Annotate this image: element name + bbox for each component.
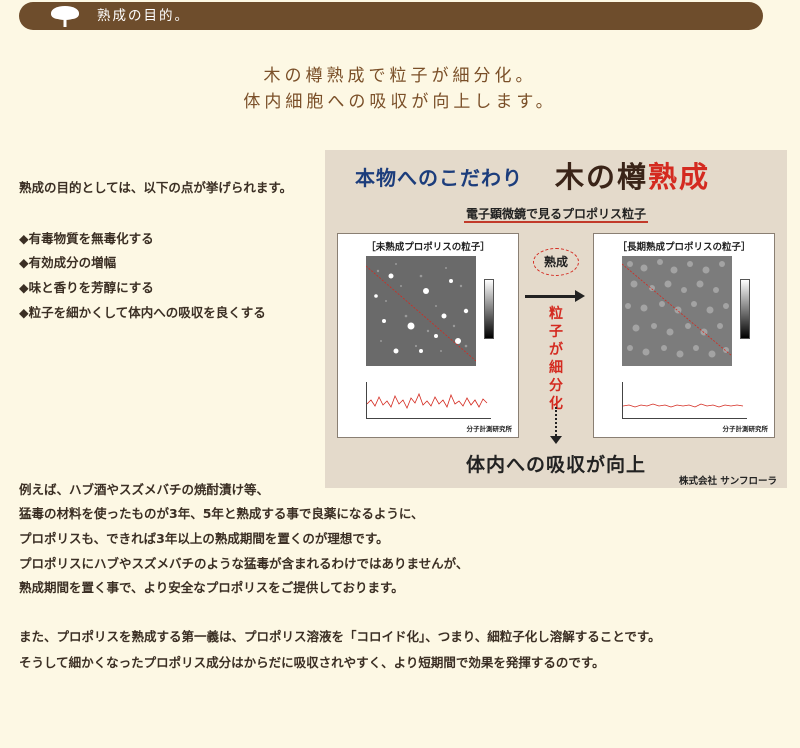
tree-icon	[51, 6, 79, 27]
right-arrow-head-icon	[575, 290, 585, 302]
right-arrow-icon	[525, 295, 577, 298]
vertical-refinement-text: 粒子が細分化	[549, 306, 563, 412]
figure-title-right: 木の樽熟成	[555, 154, 710, 196]
paragraph2-line: そうして細かくなったプロポリス成分はからだに吸収されやすく、より短期間で効果を発…	[19, 655, 605, 670]
figure-title-plain: 木の樽	[555, 160, 649, 194]
paragraph1-line: 猛毒の材料を使ったものが3年、5年と熟成する事で良薬になるように、	[19, 506, 424, 521]
height-scale-bar	[484, 279, 494, 339]
afm-image-unaged	[366, 256, 476, 366]
down-arrow-line	[555, 407, 557, 439]
paragraph2-line: また、プロポリスを熟成する第一義は、プロポリス溶液を「コロイド化」、つまり、細粒…	[19, 629, 661, 644]
purpose-item: ◆有毒物質を無毒化する	[19, 231, 154, 246]
height-profile-aged	[622, 382, 747, 419]
paragraph1-line: プロポリスも、できれば3年以上の熟成期間を置くのが理想です。	[19, 531, 389, 546]
figure-title-left: 本物へのこだわり	[355, 166, 523, 190]
panel-label-aged: ［長期熟成プロポリスの粒子］	[617, 242, 751, 253]
height-scale-bar	[740, 279, 750, 339]
company-credit: 株式会社 サンフローラ	[678, 476, 777, 487]
section-title: 熟成の目的。	[97, 8, 190, 24]
aged-particle-panel: ［長期熟成プロポリスの粒子］ 分子計測研究所	[593, 233, 775, 438]
section-header-bar: 熟成の目的。	[19, 2, 763, 30]
intro-text: 熟成の目的としては、以下の点が挙げられます。	[19, 180, 293, 195]
paragraph1-line: 例えば、ハブ酒やスズメバチの焼酎漬け等、	[19, 482, 270, 497]
purpose-item: ◆有効成分の増幅	[19, 255, 117, 270]
height-profile-unaged	[366, 382, 491, 419]
purpose-item: ◆粒子を細かくして体内への吸収を良くする	[19, 305, 266, 320]
paragraph1-line: 熟成期間を置く事で、より安全なプロポリスをご提供しております。	[19, 580, 404, 595]
panel-label-unaged: ［未熟成プロポリスの粒子］	[366, 242, 490, 253]
down-arrow-icon	[550, 436, 562, 444]
credit-label: 分子計測研究所	[466, 425, 513, 433]
aging-bubble: 熟成	[533, 248, 579, 276]
figure-subtitle-text: 電子顕微鏡で見るプロポリス粒子	[463, 207, 648, 223]
headline-line-1: 木の樽熟成で粒子が細分化。	[263, 66, 537, 86]
unaged-particle-panel: ［未熟成プロポリスの粒子］ 分子計測研究所	[337, 233, 519, 438]
purpose-item: ◆味と香りを芳醇にする	[19, 280, 154, 295]
credit-label: 分子計測研究所	[722, 425, 769, 433]
figure-subtitle: 電子顕微鏡で見るプロポリス粒子	[325, 205, 787, 223]
figure-title-red: 熟成	[648, 160, 711, 194]
paragraph1-line: プロポリスにハブやスズメバチのような猛毒が含まれるわけではありませんが、	[19, 556, 469, 571]
afm-image-aged	[622, 256, 732, 366]
aging-comparison-figure: 本物へのこだわり 木の樽熟成 電子顕微鏡で見るプロポリス粒子 ［未熟成プロポリス…	[325, 150, 787, 488]
headline-line-2: 体内細胞への吸収が向上します。	[243, 92, 557, 112]
